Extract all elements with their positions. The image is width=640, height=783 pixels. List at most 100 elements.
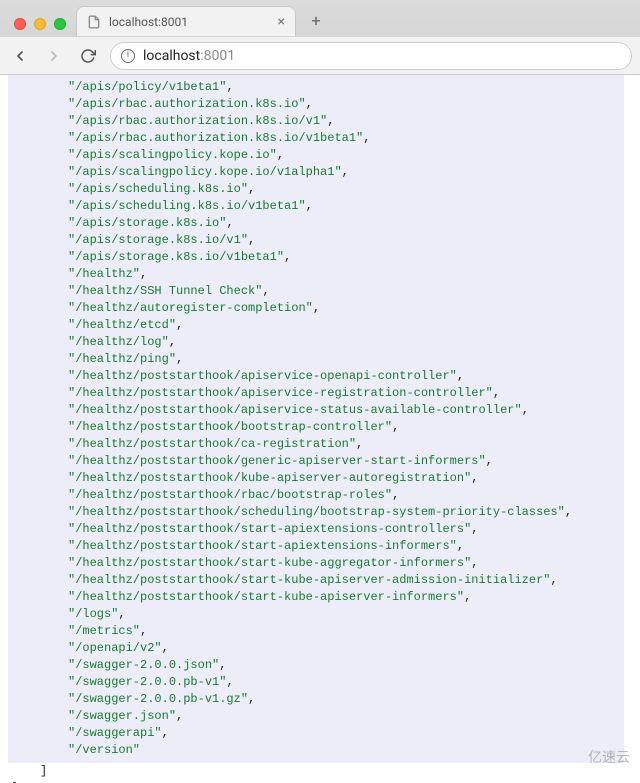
json-path-line: "/healthz/ping", — [12, 351, 624, 368]
json-string: "/swagger-2.0.0.pb-v1.gz" — [68, 692, 248, 706]
tab-close-icon[interactable]: × — [278, 15, 285, 29]
json-path-line: "/apis/rbac.authorization.k8s.io/v1", — [12, 113, 624, 130]
window-controls — [8, 18, 76, 36]
json-string: "/healthz/poststarthook/start-kube-apise… — [68, 573, 550, 587]
json-path-line: "/healthz/poststarthook/apiservice-regis… — [12, 385, 624, 402]
json-string: "/healthz" — [68, 267, 140, 281]
json-path-line: "/healthz/etcd", — [12, 317, 624, 334]
json-string: "/swagger-2.0.0.pb-v1" — [68, 675, 226, 689]
json-string: "/healthz/SSH Tunnel Check" — [68, 284, 262, 298]
json-string: "/apis/rbac.authorization.k8s.io/v1" — [68, 114, 327, 128]
json-string: "/healthz/log" — [68, 335, 169, 349]
json-path-line: "/healthz/poststarthook/rbac/bootstrap-r… — [12, 487, 624, 504]
json-path-line: "/apis/policy/v1beta1", — [12, 79, 624, 96]
json-string: "/healthz/poststarthook/start-kube-aggre… — [68, 556, 471, 570]
json-comma: , — [464, 590, 471, 604]
json-string: "/apis/scalingpolicy.kope.io" — [68, 148, 277, 162]
site-info-icon[interactable]: i — [121, 49, 135, 63]
forward-button[interactable] — [42, 44, 66, 68]
json-path-line: "/logs", — [12, 606, 624, 623]
json-comma: , — [248, 233, 255, 247]
json-path-line: "/healthz/poststarthook/ca-registration"… — [12, 436, 624, 453]
json-path-line: "/healthz/poststarthook/start-apiextensi… — [12, 538, 624, 555]
url-input[interactable]: i localhost:8001 — [110, 42, 632, 70]
json-path-line: "/apis/storage.k8s.io", — [12, 215, 624, 232]
json-path-line: "/apis/rbac.authorization.k8s.io", — [12, 96, 624, 113]
json-string: "/healthz/poststarthook/ca-registration" — [68, 437, 356, 451]
json-comma: , — [162, 641, 169, 655]
json-string: "/apis/policy/v1beta1" — [68, 80, 226, 94]
json-comma: , — [471, 471, 478, 485]
json-path-line: "/swaggerapi", — [12, 725, 624, 742]
json-comma: , — [226, 80, 233, 94]
json-string: "/metrics" — [68, 624, 140, 638]
json-string: "/healthz/poststarthook/kube-apiserver-a… — [68, 471, 471, 485]
json-comma: , — [277, 148, 284, 162]
json-comma: , — [522, 403, 529, 417]
browser-tab[interactable]: localhost:8001 × — [76, 6, 296, 36]
new-tab-button[interactable]: + — [304, 8, 328, 32]
json-path-line: "/apis/storage.k8s.io/v1beta1", — [12, 249, 624, 266]
json-string: "/healthz/autoregister-completion" — [68, 301, 313, 315]
reload-button[interactable] — [76, 44, 100, 68]
json-path-line: "/healthz/poststarthook/kube-apiserver-a… — [12, 470, 624, 487]
window-minimize-button[interactable] — [34, 18, 46, 30]
json-string: "/swaggerapi" — [68, 726, 162, 740]
json-string: "/apis/scheduling.k8s.io/v1beta1" — [68, 199, 306, 213]
json-string: "/version" — [68, 743, 140, 757]
json-comma: , — [471, 556, 478, 570]
back-button[interactable] — [8, 44, 32, 68]
json-comma: , — [162, 726, 169, 740]
json-path-line: "/healthz/poststarthook/scheduling/boots… — [12, 504, 624, 521]
json-comma: , — [327, 114, 334, 128]
json-comma: , — [176, 318, 183, 332]
json-comma: , — [363, 131, 370, 145]
json-comma: , — [342, 165, 349, 179]
json-string: "/healthz/poststarthook/apiservice-opena… — [68, 369, 457, 383]
json-comma: , — [493, 386, 500, 400]
json-path-line: "/healthz/poststarthook/start-kube-apise… — [12, 589, 624, 606]
json-array-close: ] — [40, 764, 47, 778]
json-path-line: "/healthz/poststarthook/apiservice-opena… — [12, 368, 624, 385]
json-string: "/apis/rbac.authorization.k8s.io/v1beta1… — [68, 131, 363, 145]
json-string: "/apis/storage.k8s.io/v1beta1" — [68, 250, 284, 264]
json-path-line: "/healthz/poststarthook/start-apiextensi… — [12, 521, 624, 538]
json-string: "/healthz/etcd" — [68, 318, 176, 332]
json-string: "/healthz/poststarthook/bootstrap-contro… — [68, 420, 392, 434]
json-comma: , — [262, 284, 269, 298]
json-string: "/healthz/poststarthook/start-kube-apise… — [68, 590, 464, 604]
json-comma: , — [248, 182, 255, 196]
json-string: "/apis/rbac.authorization.k8s.io" — [68, 97, 306, 111]
window-maximize-button[interactable] — [54, 18, 66, 30]
json-string: "/healthz/ping" — [68, 352, 176, 366]
tab-bar: localhost:8001 × + — [0, 0, 640, 36]
json-string: "/apis/storage.k8s.io/v1" — [68, 233, 248, 247]
json-path-line: "/swagger.json", — [12, 708, 624, 725]
json-comma: , — [356, 437, 363, 451]
file-icon — [87, 15, 101, 29]
json-comma: , — [284, 250, 291, 264]
window-close-button[interactable] — [14, 18, 26, 30]
json-comma: , — [169, 335, 176, 349]
json-comma: , — [219, 658, 226, 672]
json-comma: , — [226, 216, 233, 230]
json-path-line: "/apis/storage.k8s.io/v1", — [12, 232, 624, 249]
json-path-line: "/healthz/poststarthook/start-kube-aggre… — [12, 555, 624, 572]
json-path-line: "/swagger-2.0.0.pb-v1.gz", — [12, 691, 624, 708]
json-comma: , — [226, 675, 233, 689]
json-path-line: "/apis/scheduling.k8s.io", — [12, 181, 624, 198]
json-path-line: "/swagger-2.0.0.json", — [12, 657, 624, 674]
tab-title: localhost:8001 — [109, 15, 188, 29]
page-viewport[interactable]: "/apis/policy/v1beta1","/apis/rbac.autho… — [0, 75, 640, 783]
json-path-line: "/version" — [12, 742, 624, 759]
json-comma: , — [392, 488, 399, 502]
json-comma: , — [140, 624, 147, 638]
json-string: "/swagger.json" — [68, 709, 176, 723]
json-string: "/healthz/poststarthook/start-apiextensi… — [68, 522, 471, 536]
json-string: "/openapi/v2" — [68, 641, 162, 655]
browser-chrome: localhost:8001 × + i localhost:8001 — [0, 0, 640, 75]
json-string: "/healthz/poststarthook/scheduling/boots… — [68, 505, 565, 519]
json-string: "/apis/storage.k8s.io" — [68, 216, 226, 230]
json-comma: , — [486, 454, 493, 468]
json-path-line: "/healthz/poststarthook/start-kube-apise… — [12, 572, 624, 589]
